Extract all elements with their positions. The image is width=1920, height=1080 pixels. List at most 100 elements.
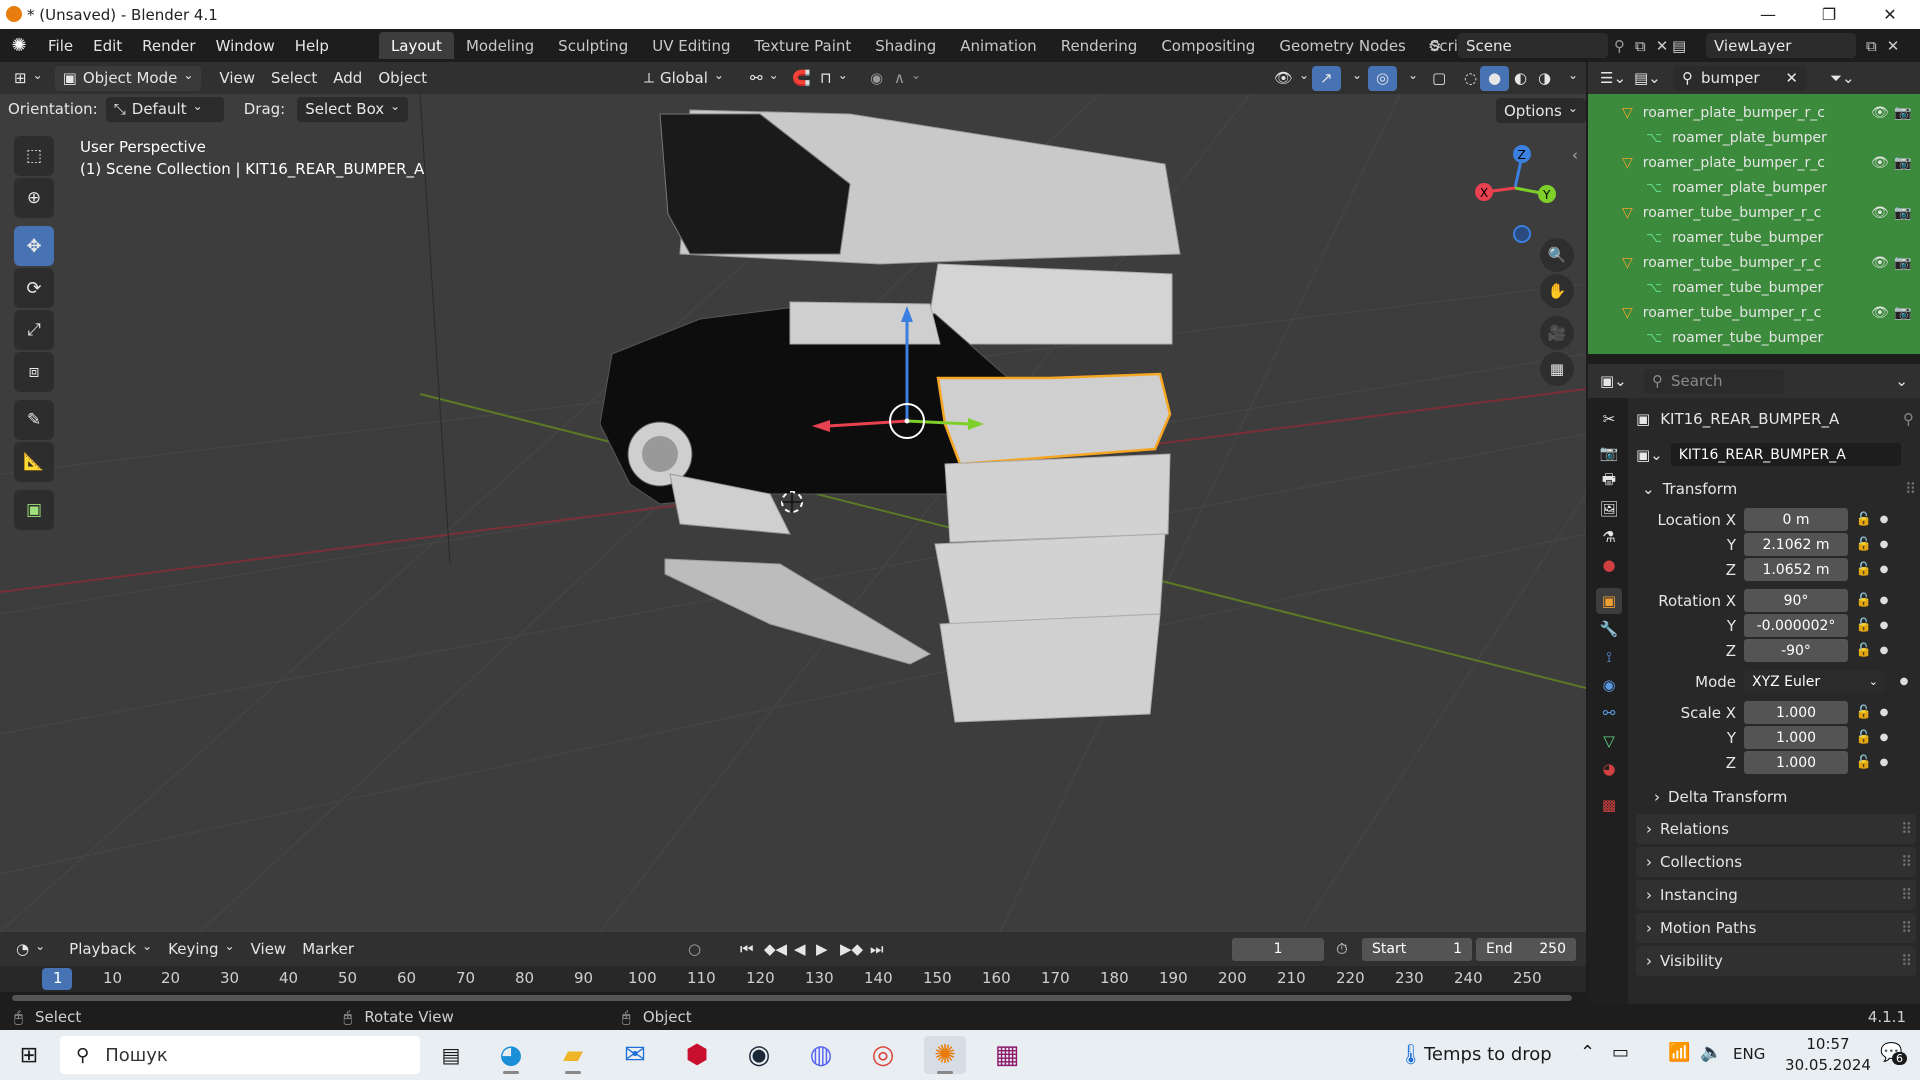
clear-search-icon[interactable]: ✕ — [1785, 69, 1798, 87]
select-menu[interactable]: Select — [263, 66, 325, 91]
collections-panel-header[interactable]: › Collections ⠿ — [1636, 847, 1916, 877]
data-tab[interactable]: ▽ — [1596, 728, 1622, 754]
solid-shading-button[interactable]: ● — [1480, 65, 1510, 91]
snap-target-dropdown[interactable]: ⊓ — [812, 66, 856, 91]
lock-icon[interactable]: 🔓 — [1852, 755, 1876, 770]
object-name-field[interactable]: KIT16_REAR_BUMPER_A — [1670, 443, 1901, 466]
menu-window[interactable]: Window — [206, 37, 285, 55]
properties-editor-icon[interactable]: ▣⌄ — [1600, 372, 1640, 390]
keyframe-dot-icon[interactable]: ● — [1876, 564, 1892, 575]
render-tab[interactable]: 📷 — [1596, 440, 1622, 466]
zoom-view-button[interactable]: 🔍 — [1540, 238, 1574, 272]
remove-view-layer-icon[interactable]: ✕ — [1887, 37, 1900, 55]
lock-icon[interactable]: 🔓 — [1852, 537, 1876, 552]
thermometer-icon[interactable]: 🌡 — [1398, 1042, 1423, 1066]
camera-icon[interactable]: 📷 — [1894, 105, 1911, 121]
motion-paths-panel-header[interactable]: › Motion Paths ⠿ — [1636, 913, 1916, 943]
add-menu[interactable]: Add — [325, 66, 370, 91]
transform-orientation-dropdown[interactable]: ⟂ Global — [636, 66, 732, 91]
object-browse-icon[interactable]: ▣⌄ — [1636, 446, 1663, 464]
menu-edit[interactable]: Edit — [83, 37, 132, 55]
chevron-up-icon[interactable]: ⌃ — [1580, 1042, 1595, 1063]
properties-search-field[interactable]: ⚲ Search — [1644, 368, 1784, 394]
drag-handle-icon[interactable]: ⠿ — [1901, 952, 1912, 970]
keying-menu[interactable]: Keying — [160, 937, 242, 962]
outliner-search-field[interactable]: ⚲ bumper ✕ — [1674, 65, 1806, 91]
outliner-row[interactable]: ⌥ roamer_plate_bumper — [1588, 125, 1920, 150]
gizmo-toggle[interactable]: ↗ — [1312, 65, 1341, 91]
overlay-dropdown[interactable] — [1394, 66, 1426, 91]
navigation-gizmo[interactable]: Z X Y — [1470, 138, 1560, 248]
frame-ruler[interactable]: 1 10 20 30 40 50 60 70 80 90 100 110 120… — [0, 966, 1586, 992]
outliner-row[interactable]: ▽ roamer_plate_bumper_r_c 👁 📷 — [1588, 150, 1920, 175]
keyframe-dot-icon[interactable]: ● — [1876, 539, 1892, 550]
outliner-row[interactable]: ▽ roamer_plate_bumper_r_c 👁 📷 — [1588, 100, 1920, 125]
output-tab[interactable]: 🖶 — [1596, 468, 1622, 494]
stopwatch-icon[interactable]: ⏱ — [1336, 940, 1348, 958]
eye-icon[interactable]: 👁 — [1871, 105, 1889, 121]
blender-app[interactable]: ✺ — [924, 1036, 966, 1074]
lock-icon[interactable]: 🔓 — [1852, 730, 1876, 745]
tab-texture-paint[interactable]: Texture Paint — [742, 32, 863, 59]
timeline-scrollbar[interactable] — [0, 992, 1586, 1004]
weather-text[interactable]: Temps to drop — [1424, 1044, 1552, 1065]
rotation-mode-dropdown[interactable]: XYZ Euler ⌄ — [1744, 670, 1884, 693]
keyframe-dot-icon[interactable]: ● — [1876, 645, 1892, 656]
jump-end-button[interactable]: ⏭ — [862, 937, 892, 962]
game-app[interactable]: ⬢ — [676, 1036, 718, 1074]
scale-x-field[interactable]: 1.000 — [1744, 701, 1848, 724]
measure-tool[interactable]: 📐 — [14, 442, 54, 482]
auto-keying-toggle[interactable]: ○ — [680, 937, 709, 962]
display-mode-icon[interactable]: ▤⌄ — [1634, 69, 1670, 87]
location-y-field[interactable]: 2.1062 m — [1744, 533, 1848, 556]
camera-icon[interactable]: 📷 — [1894, 155, 1911, 171]
physics-tab[interactable]: ◉ — [1596, 672, 1622, 698]
scene-field[interactable]: Scene — [1458, 33, 1608, 58]
mode-dropdown[interactable]: ▣ Object Mode — [54, 65, 202, 91]
restore-button[interactable]: ❐ — [1800, 0, 1858, 29]
gizmo-dropdown[interactable] — [1338, 66, 1370, 91]
camera-icon[interactable]: 📷 — [1894, 255, 1911, 271]
minimize-button[interactable]: — — [1739, 0, 1797, 29]
add-cube-tool[interactable]: ▣ — [14, 490, 54, 530]
view-layer-icon[interactable]: ▤ — [1672, 37, 1706, 55]
tab-sculpting[interactable]: Sculpting — [546, 32, 640, 59]
pivot-point-dropdown[interactable]: ⚯ — [742, 66, 787, 91]
scale-y-field[interactable]: 1.000 — [1744, 726, 1848, 749]
drag-handle-icon[interactable]: ⠿ — [1905, 480, 1916, 498]
scale-z-field[interactable]: 1.000 — [1744, 751, 1848, 774]
rotation-z-field[interactable]: -90° — [1744, 639, 1848, 662]
language-indicator[interactable]: ENG — [1733, 1045, 1765, 1063]
keyframe-dot-icon[interactable]: ● — [1876, 595, 1892, 606]
winrar-app[interactable]: ▦ — [986, 1036, 1028, 1074]
lock-icon[interactable]: 🔓 — [1852, 562, 1876, 577]
keyframe-dot-icon[interactable]: ● — [1876, 514, 1892, 525]
mail-app[interactable]: ✉ — [614, 1036, 656, 1074]
properties-options-icon[interactable]: ⌄ — [1895, 372, 1908, 390]
start-button[interactable]: ⊞ — [8, 1036, 50, 1074]
eye-icon[interactable]: 👁 — [1871, 155, 1889, 171]
tab-geometry-nodes[interactable]: Geometry Nodes — [1267, 32, 1418, 59]
close-button[interactable]: ✕ — [1861, 0, 1919, 29]
pin-icon[interactable]: ⚲ — [1614, 37, 1625, 55]
visibility-panel-header[interactable]: › Visibility ⠿ — [1636, 946, 1916, 976]
delta-transform-header[interactable]: › Delta Transform — [1636, 784, 1920, 809]
tab-compositing[interactable]: Compositing — [1149, 32, 1267, 59]
camera-icon[interactable]: 📷 — [1894, 305, 1911, 321]
menu-render[interactable]: Render — [132, 37, 205, 55]
timeline-editor-type-button[interactable]: ◔ — [8, 937, 53, 962]
scale-tool[interactable]: ⤢ — [14, 310, 54, 350]
discord-app[interactable]: ◍ — [800, 1036, 842, 1074]
explorer-app[interactable]: ▰ — [552, 1036, 594, 1074]
xray-toggle[interactable]: ▢ — [1424, 66, 1454, 91]
transform-tool[interactable]: ⧈ — [14, 352, 54, 392]
tab-uv-editing[interactable]: UV Editing — [640, 32, 742, 59]
chrome-app[interactable]: ◎ — [862, 1036, 904, 1074]
object-tab[interactable]: ▣ — [1596, 588, 1622, 614]
scene-tab[interactable]: ⚗ — [1596, 524, 1622, 550]
transform-panel-header[interactable]: ⌄ Transform ⠿ — [1636, 474, 1920, 504]
notifications-button[interactable]: 💬 6 — [1880, 1042, 1907, 1065]
outliner-row[interactable]: ▽ roamer_tube_bumper_r_c 👁 📷 — [1588, 250, 1920, 275]
lock-icon[interactable]: 🔓 — [1852, 593, 1876, 608]
options-dropdown[interactable]: Options — [1496, 98, 1586, 123]
